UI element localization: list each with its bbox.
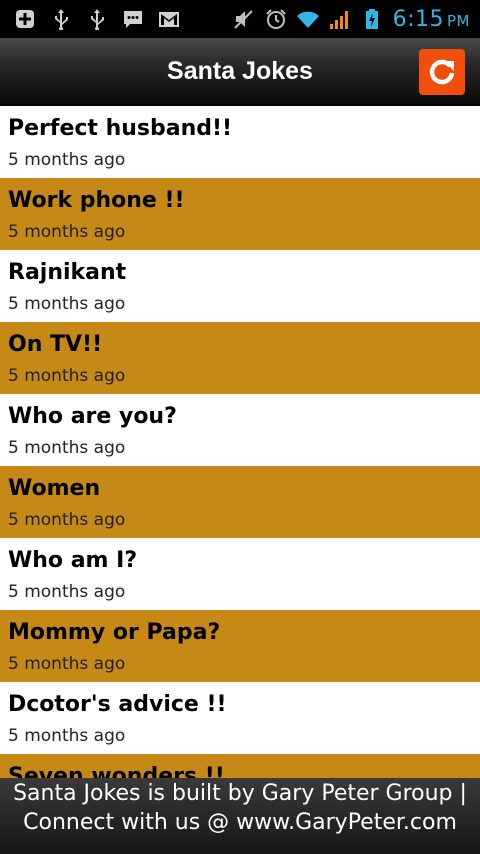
joke-time: 5 months ago — [8, 726, 126, 746]
footer-line-1: Santa Jokes is built by Gary Peter Group… — [13, 781, 467, 806]
footer-line-2: Connect with us @ www.GaryPeter.com — [23, 810, 457, 835]
wifi-icon — [296, 11, 319, 28]
gmail-icon — [159, 12, 179, 27]
list-item[interactable]: Work phone !! 5 months ago — [0, 178, 480, 250]
joke-title: Perfect husband!! — [8, 116, 233, 141]
clock-ampm: PM — [447, 11, 470, 30]
joke-title: Seven wonders !! — [8, 764, 225, 778]
clock-time: 6:15 — [392, 6, 444, 32]
list-item[interactable]: Dcotor's advice !! 5 months ago — [0, 682, 480, 754]
joke-time: 5 months ago — [8, 222, 126, 242]
joke-title: Women — [8, 476, 101, 501]
list-item[interactable]: Mommy or Papa? 5 months ago — [0, 610, 480, 682]
list-item[interactable]: Who are you? 5 months ago — [0, 394, 480, 466]
app-bar: Santa Jokes — [0, 38, 480, 106]
clock: 6:15 PM — [393, 7, 470, 32]
status-bar: 6:15 PM — [0, 0, 480, 38]
alarm-icon — [265, 9, 286, 29]
usb-icon — [55, 9, 68, 30]
joke-time: 5 months ago — [8, 510, 126, 530]
add-notification-icon — [16, 10, 34, 28]
joke-time: 5 months ago — [8, 150, 126, 170]
joke-title: Who are you? — [8, 404, 177, 429]
footer-banner[interactable]: Santa Jokes is built by Gary Peter Group… — [0, 778, 480, 854]
jokes-list: Perfect husband!! 5 months ago Work phon… — [0, 106, 480, 778]
list-item[interactable]: Rajnikant 5 months ago — [0, 250, 480, 322]
joke-title: On TV!! — [8, 332, 103, 357]
usb-icon — [91, 9, 104, 30]
joke-title: Rajnikant — [8, 260, 127, 285]
refresh-icon — [429, 59, 455, 85]
joke-title: Mommy or Papa? — [8, 620, 221, 645]
status-bar-notifications — [14, 6, 180, 32]
joke-time: 5 months ago — [8, 438, 126, 458]
list-item[interactable]: Women 5 months ago — [0, 466, 480, 538]
list-item[interactable]: On TV!! 5 months ago — [0, 322, 480, 394]
list-item[interactable]: Who am I? 5 months ago — [0, 538, 480, 610]
page-title: Santa Jokes — [167, 57, 313, 85]
status-bar-system: 6:15 PM — [233, 4, 470, 34]
refresh-button[interactable] — [419, 49, 465, 95]
list-item[interactable]: Perfect husband!! 5 months ago — [0, 106, 480, 178]
message-icon — [124, 11, 142, 28]
joke-title: Dcotor's advice !! — [8, 692, 227, 717]
joke-time: 5 months ago — [8, 366, 126, 386]
joke-title: Who am I? — [8, 548, 138, 573]
battery-charging-icon — [365, 9, 378, 29]
joke-time: 5 months ago — [8, 654, 126, 674]
joke-time: 5 months ago — [8, 294, 126, 314]
signal-icon — [329, 11, 348, 29]
joke-title: Work phone !! — [8, 188, 185, 213]
mute-icon — [233, 10, 253, 29]
joke-time: 5 months ago — [8, 582, 126, 602]
list-item[interactable]: Seven wonders !! — [0, 754, 480, 778]
